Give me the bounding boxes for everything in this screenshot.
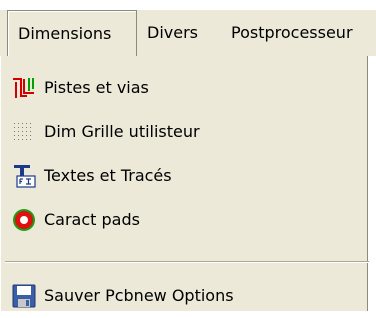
menu-separator (5, 261, 369, 263)
menubar-item-divers[interactable]: Divers (147, 10, 198, 56)
menu-item-textes-et-traces[interactable]: Textes et Tracés (1, 154, 367, 198)
menubar-item-label: Dimensions (18, 24, 112, 43)
pad-icon (12, 208, 36, 232)
tracks-vias-icon (12, 76, 36, 100)
menu-item-dim-grille-utilisteur[interactable]: Dim Grille utilisteur (1, 110, 367, 154)
floppy-save-icon (12, 284, 36, 308)
text-drawings-icon (12, 164, 36, 188)
menu-item-label: Caract pads (44, 210, 140, 229)
menubar-item-label: Divers (147, 23, 198, 42)
dimensions-menu: Pistes et vias Dim Grille utilisteur Tex… (0, 56, 369, 311)
menubar: Dimensions Divers Postprocesseur (0, 10, 376, 56)
menu-item-pistes-et-vias[interactable]: Pistes et vias (1, 66, 367, 110)
menu-item-sauver-pcbnew-options[interactable]: Sauver Pcbnew Options (1, 274, 367, 318)
menu-item-label: Sauver Pcbnew Options (44, 286, 234, 305)
grid-icon (12, 120, 36, 144)
menubar-item-dimensions[interactable]: Dimensions (7, 10, 137, 56)
menu-item-label: Pistes et vias (44, 78, 149, 97)
menu-item-label: Textes et Tracés (44, 166, 172, 185)
window: Dimensions Divers Postprocesseur Pistes … (0, 0, 376, 311)
menubar-item-label: Postprocesseur (231, 23, 353, 42)
menubar-item-postprocesseur[interactable]: Postprocesseur (231, 10, 353, 56)
menu-item-label: Dim Grille utilisteur (44, 122, 200, 141)
menu-item-caract-pads[interactable]: Caract pads (1, 198, 367, 242)
